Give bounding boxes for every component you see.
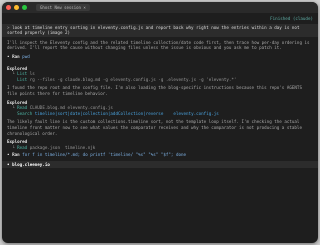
maximize-window-button[interactable]	[22, 5, 27, 10]
assistant-message: I'll inspect the Eleventy config and the…	[7, 39, 310, 51]
command-text: for f in timeline/*.md; do printf 'timel…	[22, 152, 187, 158]
run-keyword: Ran	[12, 152, 20, 158]
terminal-output: Finished (claude) > look at timeline ent…	[2, 13, 318, 243]
prompt-text: look at timeline entry sorting in eleven…	[7, 24, 300, 36]
assistant-message: The likely fault line is the custom coll…	[7, 119, 302, 136]
status-indicator: Finished (claude)	[270, 16, 313, 21]
explored-item: List rg --files -g claude.blog.md -g ele…	[17, 76, 237, 82]
bottom-status-bar: • blog.cleeney.io	[2, 160, 318, 169]
run-keyword: Ran	[12, 53, 20, 59]
run-command: • Ran for f in timeline/*.md; do printf …	[7, 152, 313, 158]
title-bar: Ghost New session ×	[2, 2, 318, 13]
terminal-window: Ghost New session × Finished (claude) > …	[2, 2, 318, 243]
bottom-marker: •	[7, 161, 10, 167]
session-tab[interactable]: Ghost New session ×	[36, 4, 90, 11]
explored-item: Search timeline|sort|date|collection|add…	[17, 110, 219, 116]
prompt-caret: >	[7, 24, 10, 30]
user-prompt: > look at timeline entry sorting in elev…	[2, 23, 318, 37]
explored-item: └ Read package.json timeline.njk	[7, 144, 96, 150]
minimize-window-button[interactable]	[14, 5, 19, 10]
command-text: pwd	[22, 53, 30, 59]
bullet-icon: •	[7, 53, 10, 59]
assistant-message: I found the repo root and the config fil…	[7, 85, 302, 96]
close-window-button[interactable]	[6, 5, 11, 10]
bullet-icon: •	[7, 152, 10, 158]
bottom-text: blog.cleeney.io	[12, 161, 50, 167]
